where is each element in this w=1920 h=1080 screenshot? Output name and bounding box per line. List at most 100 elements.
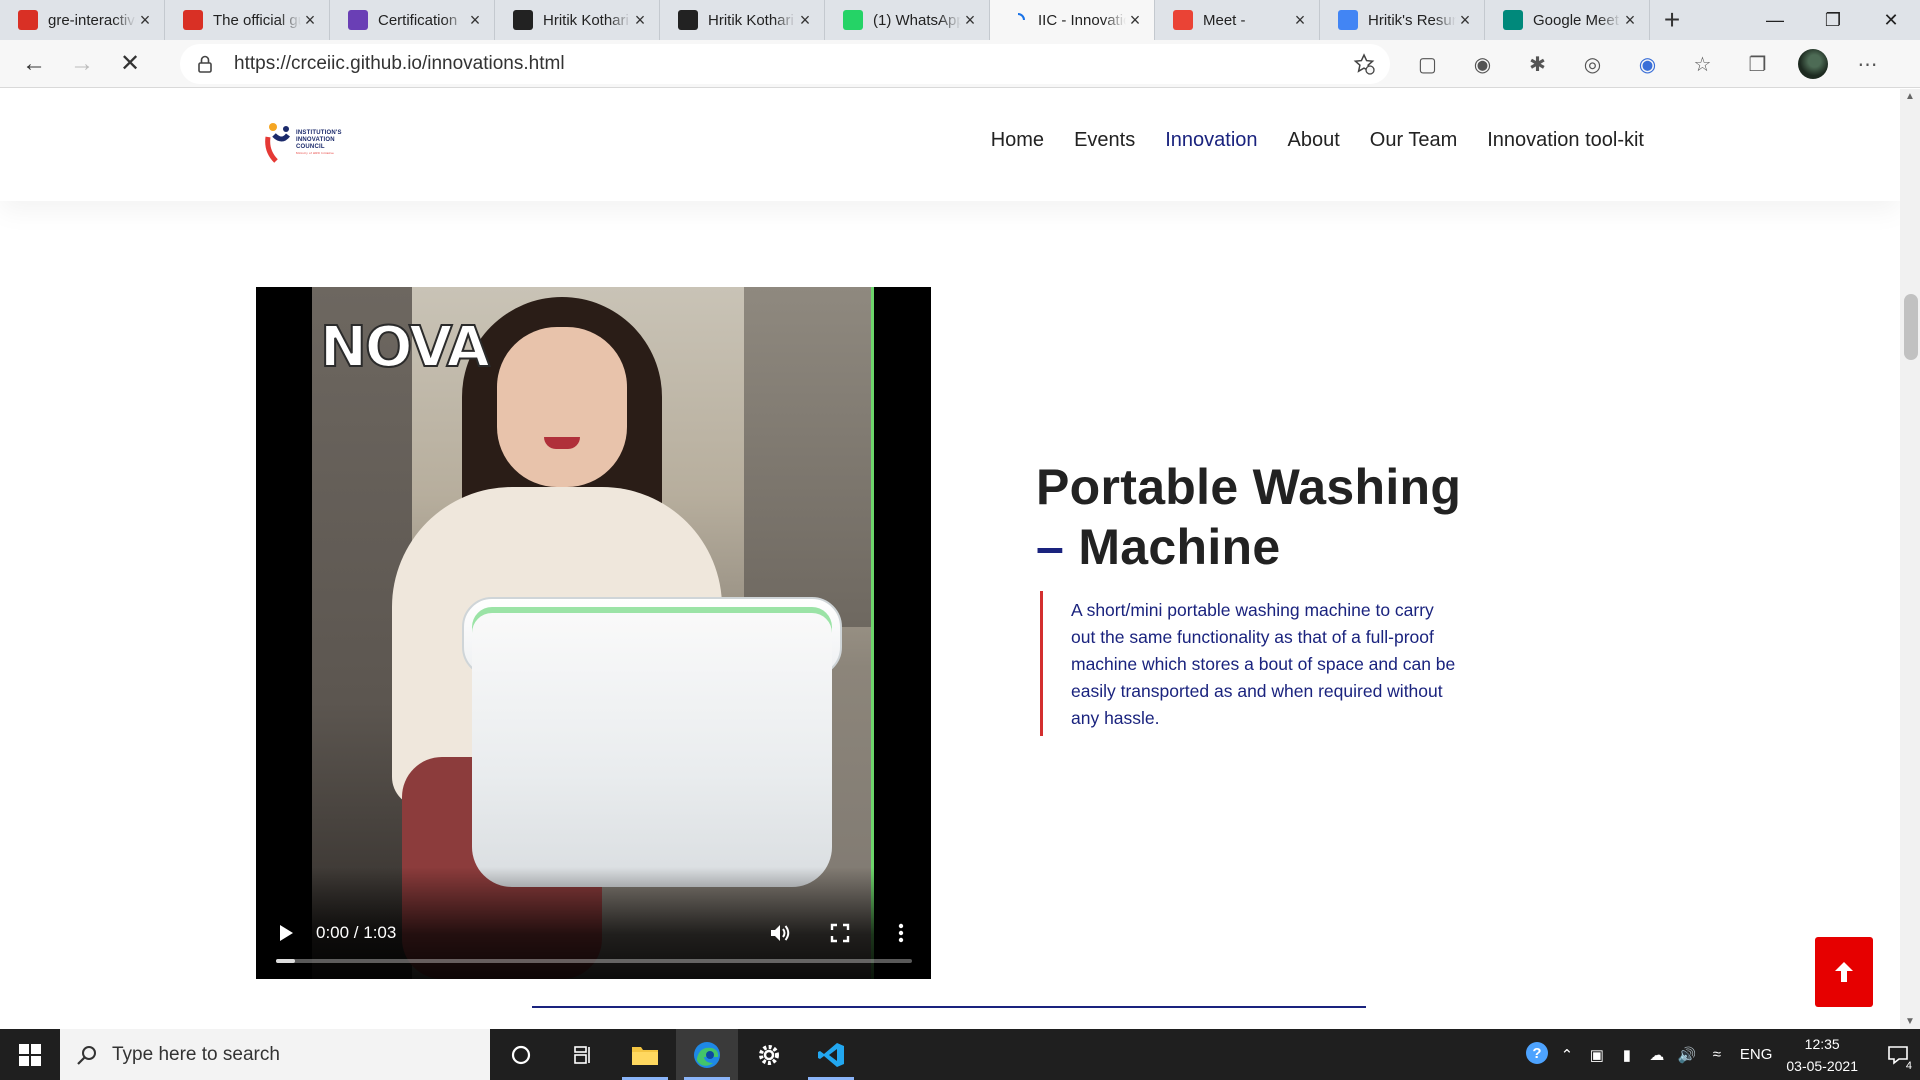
minimize-button[interactable]: —: [1746, 0, 1804, 40]
volume-tray-icon[interactable]: 🔊: [1672, 1046, 1702, 1064]
task-view-icon: [574, 1045, 590, 1064]
windows-logo-icon: [19, 1043, 41, 1066]
vscode-icon: [818, 1042, 844, 1067]
back-button[interactable]: ←: [10, 44, 58, 84]
scroll-up-arrow-icon[interactable]: ▲: [1905, 91, 1915, 102]
task-view-button[interactable]: [552, 1029, 614, 1080]
nav-item-innovation-tool-kit[interactable]: Innovation tool-kit: [1487, 129, 1644, 152]
vscode-button[interactable]: [800, 1029, 862, 1080]
browser-tab[interactable]: Meet - ×: [1155, 0, 1320, 40]
cortana-button[interactable]: [490, 1029, 552, 1080]
nav-item-innovation[interactable]: Innovation: [1165, 129, 1257, 152]
close-tab-icon[interactable]: ×: [1621, 10, 1639, 31]
nav-item-our-team[interactable]: Our Team: [1370, 129, 1457, 152]
tab-title: gre-interactive: [48, 11, 136, 29]
forward-button[interactable]: →: [58, 44, 106, 84]
start-button[interactable]: [0, 1029, 60, 1080]
close-window-button[interactable]: ✕: [1862, 0, 1920, 40]
volume-icon[interactable]: [768, 921, 792, 945]
innovation-description: A short/mini portable washing machine to…: [1071, 600, 1456, 728]
scroll-down-arrow-icon[interactable]: ▼: [1905, 1016, 1915, 1027]
fullscreen-icon[interactable]: [830, 923, 850, 943]
meet-icon: [1503, 10, 1523, 30]
title-dash: –: [1036, 519, 1065, 575]
show-hidden-icons-icon[interactable]: ⌃: [1552, 1046, 1582, 1064]
url-text[interactable]: https://crceiic.github.io/innovations.ht…: [234, 53, 1352, 75]
extension-icon[interactable]: ▢: [1400, 44, 1455, 84]
onedrive-icon[interactable]: ☁: [1642, 1046, 1672, 1064]
video-progress-bar[interactable]: [276, 959, 912, 963]
tab-title: The official guide: [213, 11, 301, 29]
page-scrollbar[interactable]: ▲ ▼: [1900, 89, 1920, 1029]
help-icon[interactable]: ?: [1522, 1040, 1552, 1070]
taskbar-search-box[interactable]: Type here to search: [60, 1029, 490, 1080]
file-explorer-button[interactable]: [614, 1029, 676, 1080]
browser-tab[interactable]: gre-interactive ×: [0, 0, 165, 40]
innovation-description-block: A short/mini portable washing machine to…: [1040, 591, 1460, 736]
iic-logo-mark-icon: [265, 123, 290, 163]
scroll-to-top-button[interactable]: [1815, 937, 1873, 1007]
language-indicator[interactable]: ENG: [1740, 1046, 1773, 1063]
video-controls: 0:00 / 1:03: [256, 867, 931, 979]
close-tab-icon[interactable]: ×: [466, 10, 484, 31]
nav-item-events[interactable]: Events: [1074, 129, 1135, 152]
browser-tab[interactable]: IIC - Innovations×: [990, 0, 1155, 40]
settings-menu-icon[interactable]: ⋯: [1840, 44, 1895, 84]
browser-tab[interactable]: (1) WhatsApp ×: [825, 0, 990, 40]
close-tab-icon[interactable]: ×: [796, 10, 814, 31]
file-explorer-icon: [632, 1046, 658, 1065]
whatsapp-icon: [843, 10, 863, 30]
nav-item-about[interactable]: About: [1288, 129, 1340, 152]
bug-extension-icon[interactable]: ✱: [1510, 44, 1565, 84]
search-icon: [77, 1045, 96, 1065]
new-tab-button[interactable]: +: [1650, 0, 1694, 40]
nav-item-home[interactable]: Home: [991, 129, 1044, 152]
stop-loading-button[interactable]: ✕: [106, 44, 154, 84]
scrollbar-thumb[interactable]: [1904, 294, 1918, 360]
tab-title: Hritik Kothari: [708, 11, 794, 29]
camera-extension-icon[interactable]: ◉: [1620, 44, 1675, 84]
screen-capture-icon[interactable]: ◎: [1565, 44, 1620, 84]
browser-tab[interactable]: Certification ×: [330, 0, 495, 40]
web-page: INSTITUTION'S INNOVATION COUNCIL Ministr…: [0, 89, 1900, 1029]
browser-tab[interactable]: Hritik's Resume×: [1320, 0, 1485, 40]
browser-tab[interactable]: The official guide×: [165, 0, 330, 40]
close-tab-icon[interactable]: ×: [1126, 10, 1144, 31]
iic-logo[interactable]: INSTITUTION'S INNOVATION COUNCIL Ministr…: [264, 119, 354, 167]
reading-icon[interactable]: ◉: [1455, 44, 1510, 84]
browser-tab[interactable]: Hritik Kothari ×: [660, 0, 825, 40]
collections-icon[interactable]: ❐: [1730, 44, 1785, 84]
close-tab-icon[interactable]: ×: [1456, 10, 1474, 31]
close-tab-icon[interactable]: ×: [136, 10, 154, 31]
meet-now-icon[interactable]: ▣: [1582, 1046, 1612, 1064]
tab-title: IIC - Innovations: [1038, 11, 1126, 29]
more-options-icon[interactable]: [889, 921, 913, 945]
browser-tab-strip: gre-interactive×The official guide×Certi…: [0, 0, 1920, 40]
play-icon[interactable]: [276, 923, 296, 943]
window-controls: — ❐ ✕: [1746, 0, 1920, 40]
battery-icon[interactable]: ▮: [1612, 1046, 1642, 1064]
url-bar[interactable]: https://crceiic.github.io/innovations.ht…: [180, 44, 1390, 84]
wifi-icon[interactable]: ≈: [1702, 1046, 1732, 1063]
profile-avatar[interactable]: [1785, 44, 1840, 84]
notification-center-button[interactable]: 4: [1876, 1029, 1920, 1080]
close-tab-icon[interactable]: ×: [1291, 10, 1309, 31]
innovation-info: Portable Washing – Machine A short/mini …: [1036, 457, 1496, 736]
address-bar: ← → ✕ https://crceiic.github.io/innovati…: [0, 40, 1920, 88]
clock[interactable]: 12:35 03-05-2021: [1786, 1033, 1858, 1077]
innovation-video[interactable]: NOVA 0:00 / 1:03: [256, 287, 931, 979]
browser-tab[interactable]: Hritik Kothari ×: [495, 0, 660, 40]
windows-taskbar: Type here to search ? ⌃ ▣ ▮ ☁ 🔊 ≈ ENG 12…: [0, 1029, 1920, 1080]
restore-button[interactable]: ❐: [1804, 0, 1862, 40]
lock-icon[interactable]: [194, 53, 216, 75]
edge-button[interactable]: [676, 1029, 738, 1080]
certification-icon: [348, 10, 368, 30]
close-tab-icon[interactable]: ×: [301, 10, 319, 31]
settings-button[interactable]: [738, 1029, 800, 1080]
favorite-star-icon[interactable]: [1352, 52, 1376, 76]
close-tab-icon[interactable]: ×: [631, 10, 649, 31]
profile-icon: [513, 10, 533, 30]
favorites-icon[interactable]: ☆: [1675, 44, 1730, 84]
browser-tab[interactable]: Google Meet ×: [1485, 0, 1650, 40]
close-tab-icon[interactable]: ×: [961, 10, 979, 31]
